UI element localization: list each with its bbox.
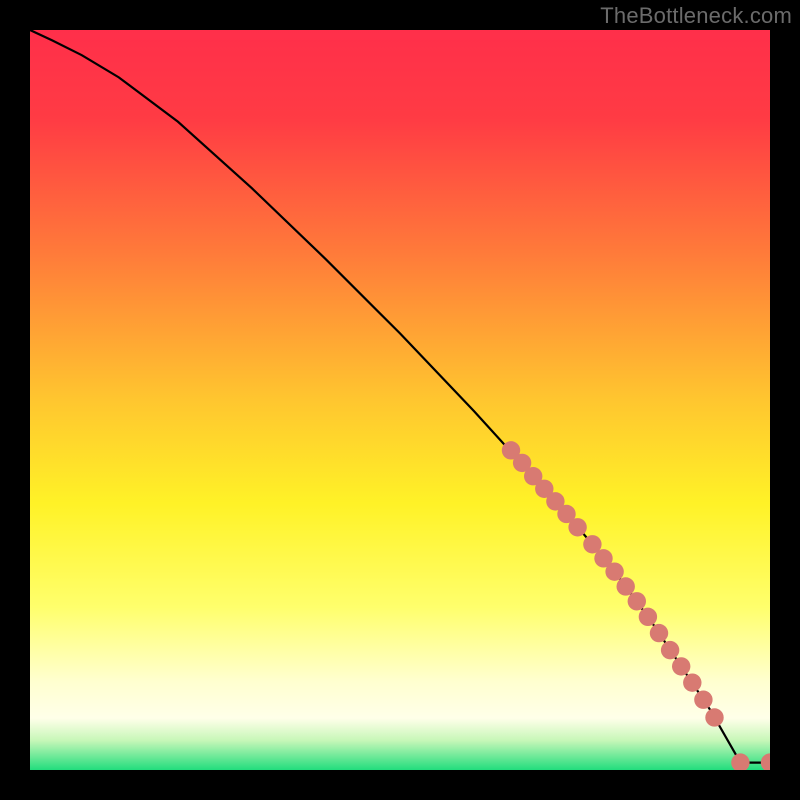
data-point [694, 691, 712, 709]
chart-frame: TheBottleneck.com [0, 0, 800, 800]
chart-svg [30, 30, 770, 770]
watermark-text: TheBottleneck.com [600, 3, 792, 29]
data-point [568, 518, 586, 536]
data-point [617, 577, 635, 595]
data-point [705, 708, 723, 726]
data-point [605, 562, 623, 580]
plot-area [30, 30, 770, 770]
gradient-backdrop [30, 30, 770, 770]
data-point [639, 608, 657, 626]
data-point [650, 624, 668, 642]
data-point [672, 657, 690, 675]
data-point [683, 673, 701, 691]
data-point [661, 641, 679, 659]
data-point [628, 592, 646, 610]
